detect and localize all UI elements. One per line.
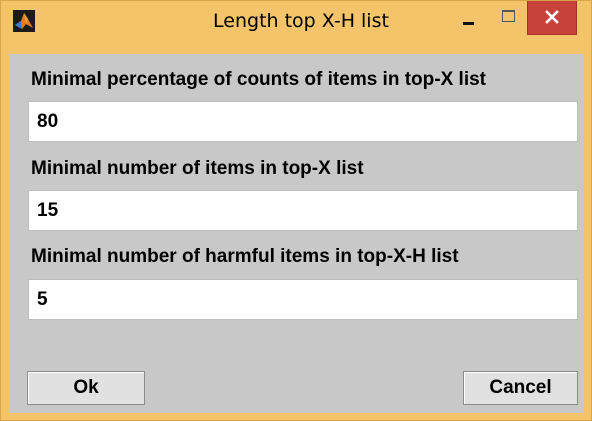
minimize-icon (463, 22, 474, 25)
items-count-input[interactable] (28, 190, 578, 231)
percentage-label: Minimal percentage of counts of items in… (31, 69, 486, 90)
window-title: Length top X-H list (213, 10, 389, 32)
minimize-button[interactable] (449, 1, 489, 35)
dialog-body: Minimal percentage of counts of items in… (9, 54, 583, 413)
harmful-items-label: Minimal number of harmful items in top-X… (31, 246, 459, 267)
close-icon (545, 10, 559, 24)
title-bar[interactable]: Length top X-H list (1, 1, 591, 49)
matlab-icon (13, 10, 35, 32)
maximize-icon (502, 10, 515, 22)
close-button[interactable] (527, 1, 577, 35)
dialog-window: Length top X-H list Minimal percentage o… (0, 0, 592, 421)
items-count-label: Minimal number of items in top-X list (31, 158, 364, 179)
ok-button[interactable]: Ok (27, 371, 145, 405)
cancel-button[interactable]: Cancel (463, 371, 578, 405)
maximize-button[interactable] (489, 1, 529, 35)
harmful-items-input[interactable] (28, 279, 578, 320)
percentage-input[interactable] (28, 101, 578, 142)
